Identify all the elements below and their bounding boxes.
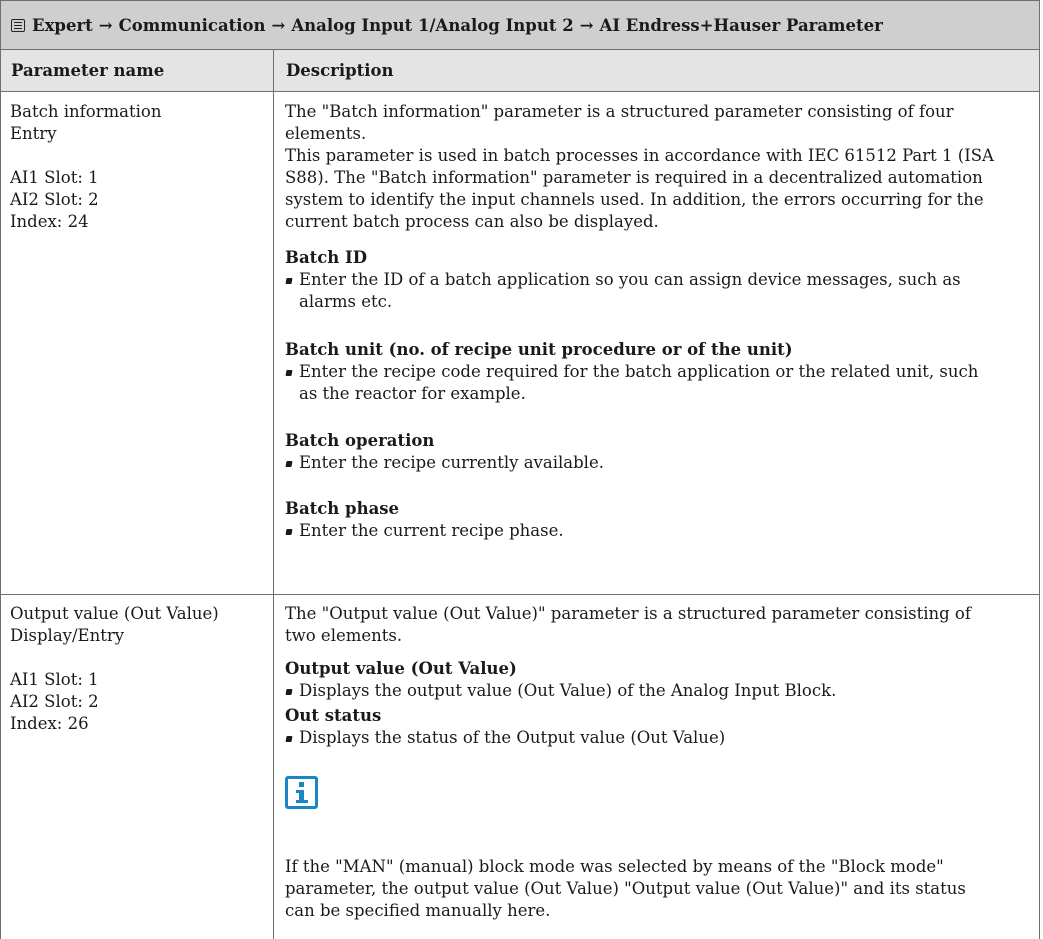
parameter-name: Output value (Out Value) <box>10 604 219 623</box>
arrow-icon: → <box>579 15 594 35</box>
parameter-access: Display/Entry <box>10 626 125 645</box>
note-line: If the "MAN" (manual) block mode was sel… <box>285 857 944 876</box>
description-line: system to identify the input channels us… <box>285 190 984 209</box>
batch-phase-item: Batch phase Enter the current recipe pha… <box>285 498 1025 542</box>
item-heading: Batch ID <box>285 248 368 267</box>
parameter-name: Batch information <box>10 102 162 121</box>
parameter-access: Entry <box>10 124 57 143</box>
manual-mode-note: If the "MAN" (manual) block mode was sel… <box>285 856 1025 922</box>
bullet-text: Displays the output value (Out Value) of… <box>285 680 1025 702</box>
parameter-slot-ai1: AI1 Slot: 1 <box>10 670 99 689</box>
parameter-slot-ai2: AI2 Slot: 2 <box>10 190 99 209</box>
item-heading: Batch operation <box>285 431 435 450</box>
arrow-icon: → <box>271 15 286 35</box>
bullet-text: Enter the current recipe phase. <box>285 520 1025 542</box>
item-heading: Out status <box>285 706 382 725</box>
row-1-description-cell: The "Batch information" parameter is a s… <box>285 101 1025 233</box>
parameter-index: Index: 24 <box>10 212 89 231</box>
column-header-description: Description <box>286 61 394 80</box>
row-divider <box>0 594 1040 595</box>
item-heading: Batch phase <box>285 499 400 518</box>
description-line: elements. <box>285 124 367 143</box>
path-segment-4: AI Endress+Hauser Parameter <box>599 15 883 35</box>
bullet-text-continued: as the reactor for example. <box>299 384 526 403</box>
column-divider <box>273 50 274 939</box>
out-status-item: Out status Displays the status of the Ou… <box>285 705 1025 749</box>
description-line: This parameter is used in batch processe… <box>285 146 994 165</box>
parameter-slot-ai1: AI1 Slot: 1 <box>10 168 99 187</box>
bullet-text: Displays the status of the Output value … <box>285 727 1025 749</box>
column-header-parameter-name: Parameter name <box>11 61 165 80</box>
description-line: S88). The "Batch information" parameter … <box>285 168 983 187</box>
bullet-text: Enter the recipe currently available. <box>285 452 1025 474</box>
info-icon <box>285 776 318 809</box>
row-2-parameter-cell: Output value (Out Value) Display/Entry A… <box>10 603 265 735</box>
parameter-index: Index: 26 <box>10 714 89 733</box>
description-line: current batch process can also be displa… <box>285 212 659 231</box>
path-segment-1: Expert <box>32 15 93 35</box>
note-line: parameter, the output value (Out Value) … <box>285 879 966 898</box>
description-line: two elements. <box>285 626 403 645</box>
note-line: can be specified manually here. <box>285 901 551 920</box>
item-heading: Batch unit (no. of recipe unit procedure… <box>285 340 793 359</box>
batch-operation-item: Batch operation Enter the recipe current… <box>285 430 1025 474</box>
table-header-row: Parameter name Description <box>0 50 1040 92</box>
table-title-bar: Expert → Communication → Analog Input 1/… <box>0 0 1040 50</box>
bullet-text: Enter the ID of a batch application so y… <box>285 269 1025 291</box>
arrow-icon: → <box>98 15 113 35</box>
menu-screen-icon <box>11 18 25 32</box>
output-value-item: Output value (Out Value) Displays the ou… <box>285 658 1025 702</box>
parameter-slot-ai2: AI2 Slot: 2 <box>10 692 99 711</box>
path-segment-2: Communication <box>118 15 266 35</box>
item-heading: Output value (Out Value) <box>285 659 517 678</box>
batch-id-item: Batch ID Enter the ID of a batch applica… <box>285 247 1025 313</box>
path-segment-3: Analog Input 1/Analog Input 2 <box>291 15 574 35</box>
bullet-text-continued: alarms etc. <box>299 292 393 311</box>
batch-unit-item: Batch unit (no. of recipe unit procedure… <box>285 339 1025 405</box>
description-line: The "Output value (Out Value)" parameter… <box>285 604 971 623</box>
row-1-parameter-cell: Batch information Entry AI1 Slot: 1 AI2 … <box>10 101 265 233</box>
bullet-text: Enter the recipe code required for the b… <box>285 361 1025 383</box>
description-line: The "Batch information" parameter is a s… <box>285 102 954 121</box>
row-2-description-cell: The "Output value (Out Value)" parameter… <box>285 603 1025 647</box>
